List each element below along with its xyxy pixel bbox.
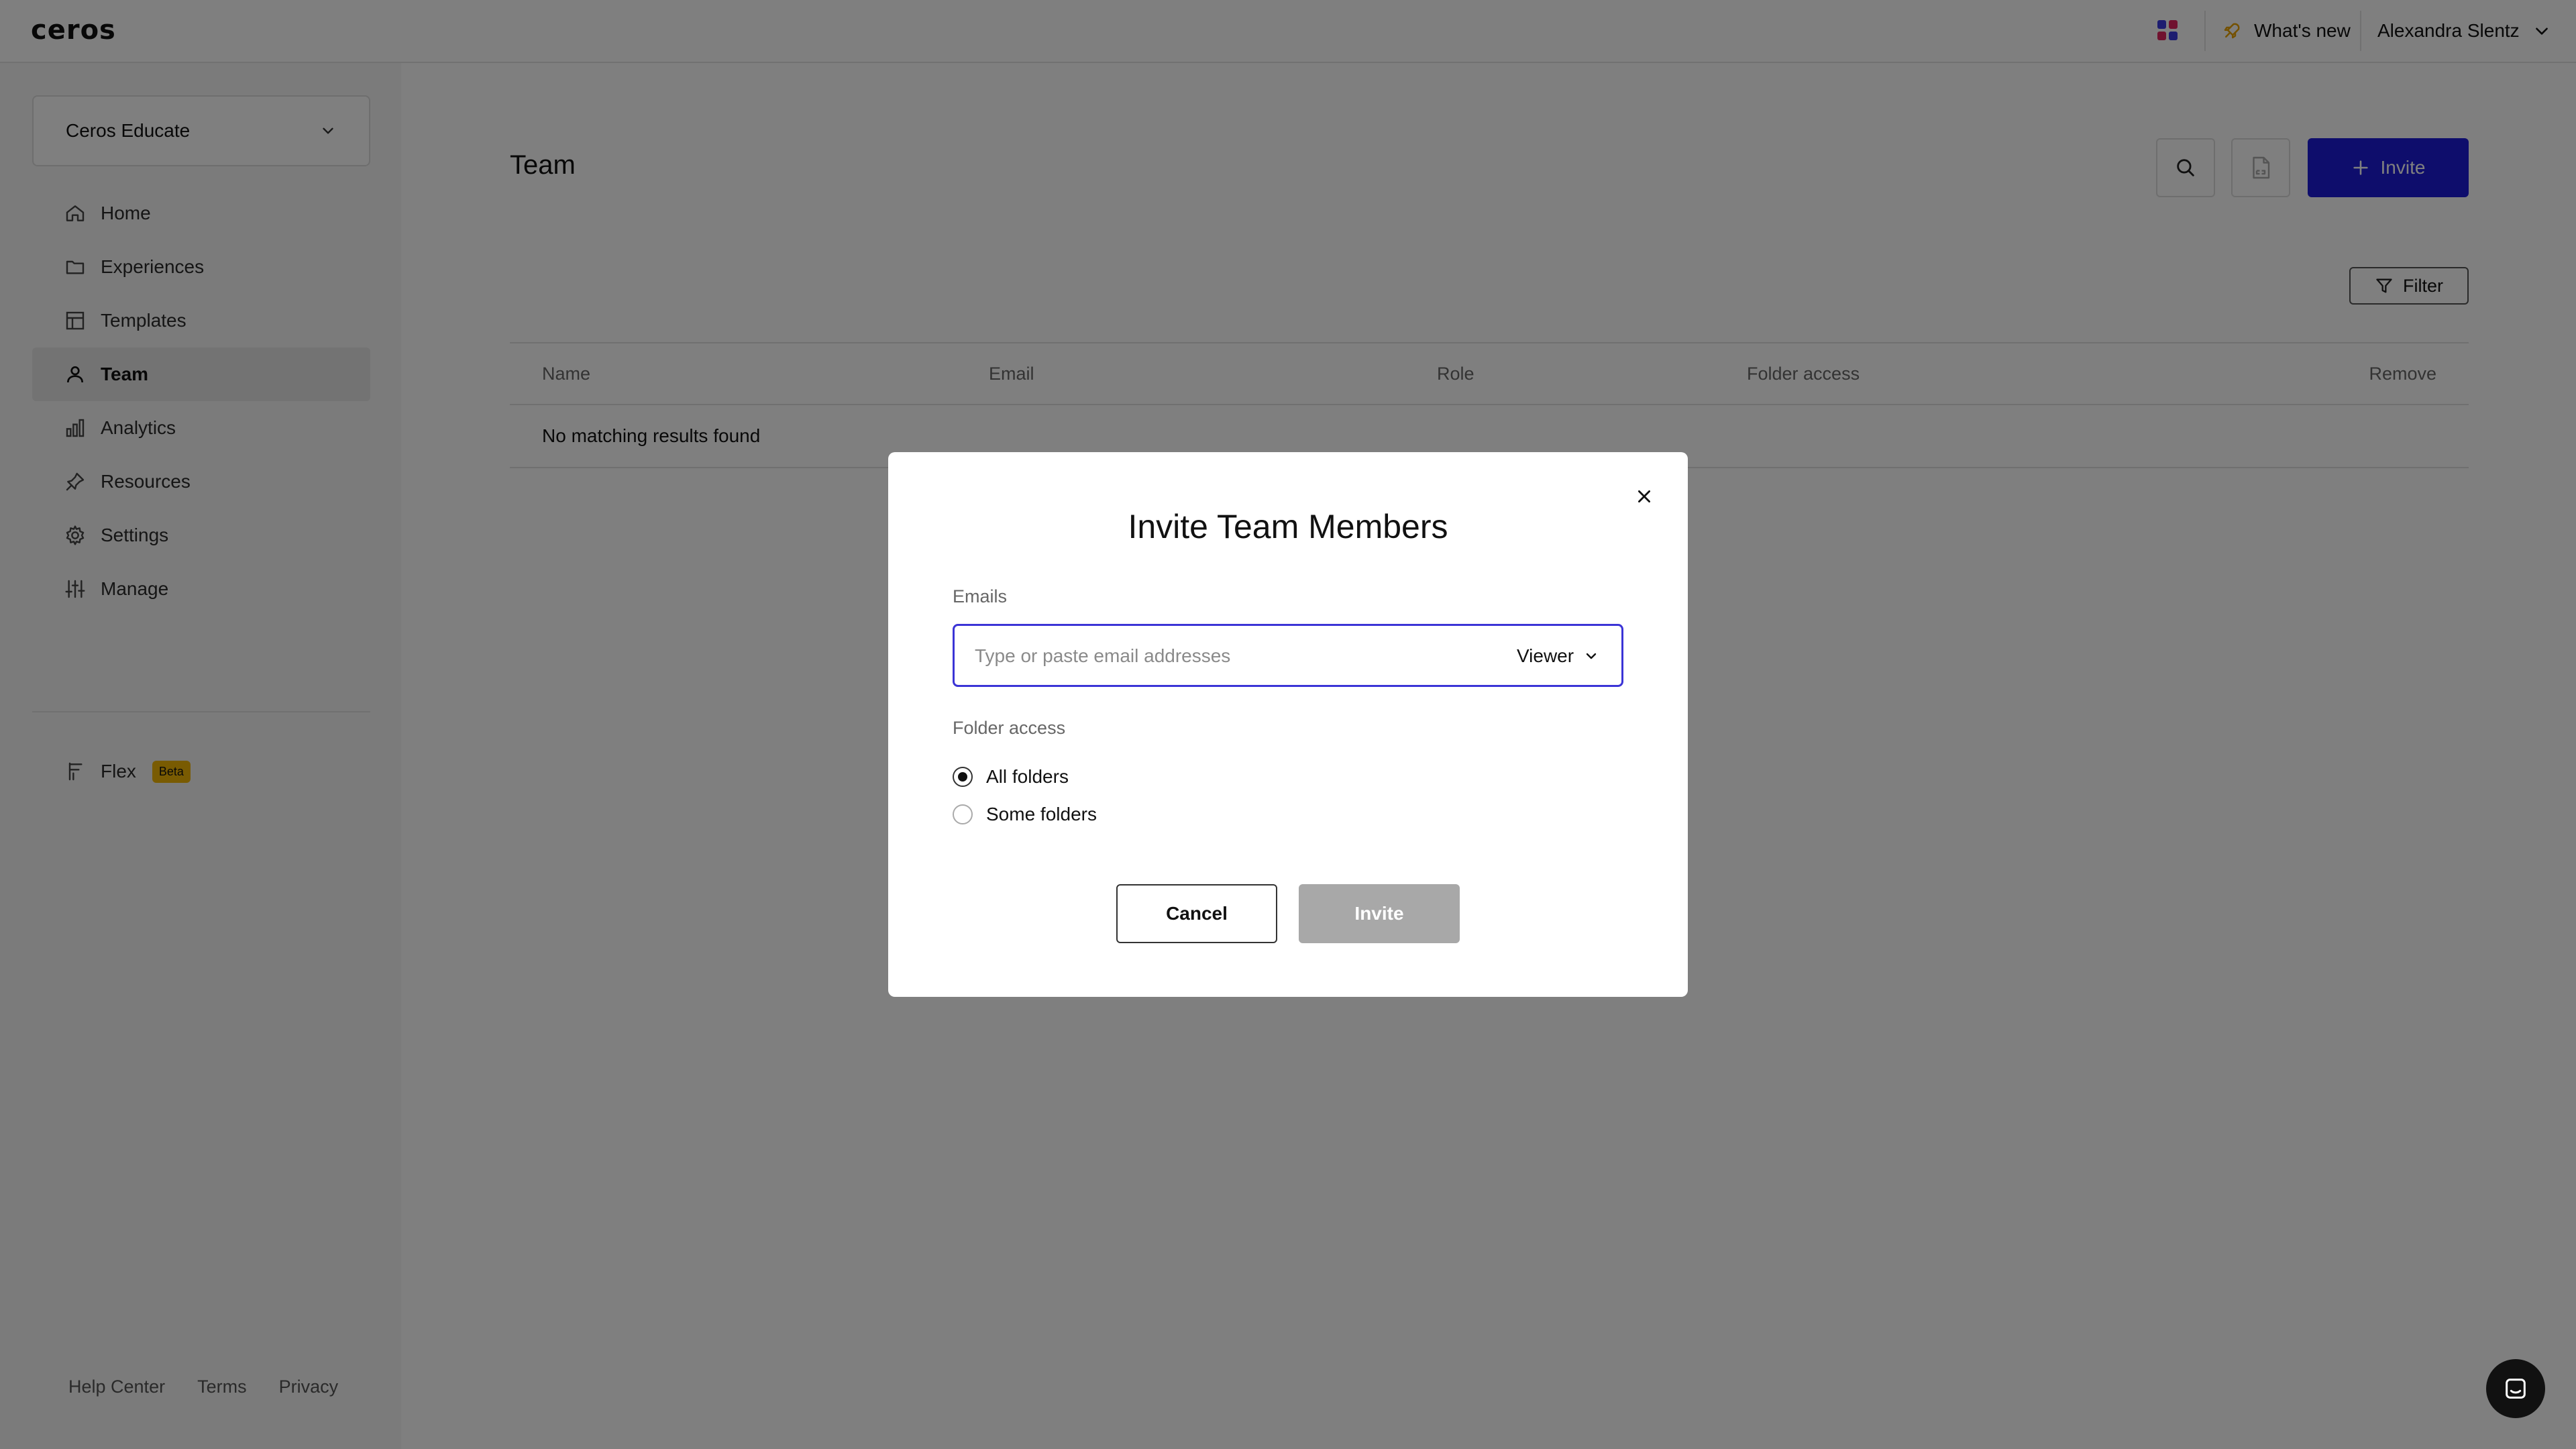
radio-all-folders[interactable]: All folders — [953, 766, 1069, 788]
emails-label: Emails — [953, 586, 1008, 606]
radio-some-folders[interactable]: Some folders — [953, 804, 1097, 825]
invite-modal: Invite Team Members Emails Viewer Folder… — [888, 452, 1688, 997]
chevron-down-icon — [1586, 653, 1597, 659]
email-input[interactable] — [975, 641, 1485, 672]
modal-invite-button[interactable]: Invite — [1299, 884, 1460, 943]
role-value: Viewer — [1517, 645, 1574, 666]
role-dropdown[interactable]: Viewer — [1517, 641, 1599, 672]
radio-button-unchecked[interactable] — [953, 804, 973, 824]
radio-label: Some folders — [986, 804, 1097, 824]
email-field-container: Viewer — [953, 624, 1623, 687]
radio-button-checked[interactable] — [953, 767, 973, 787]
modal-title: Invite Team Members — [1128, 508, 1448, 545]
chat-icon — [2506, 1379, 2526, 1399]
radio-label: All folders — [986, 766, 1069, 787]
cancel-button[interactable]: Cancel — [1116, 884, 1277, 943]
folder-access-label: Folder access — [953, 718, 1066, 738]
close-icon — [1638, 490, 1650, 502]
chat-launcher-button[interactable] — [2486, 1359, 2545, 1418]
